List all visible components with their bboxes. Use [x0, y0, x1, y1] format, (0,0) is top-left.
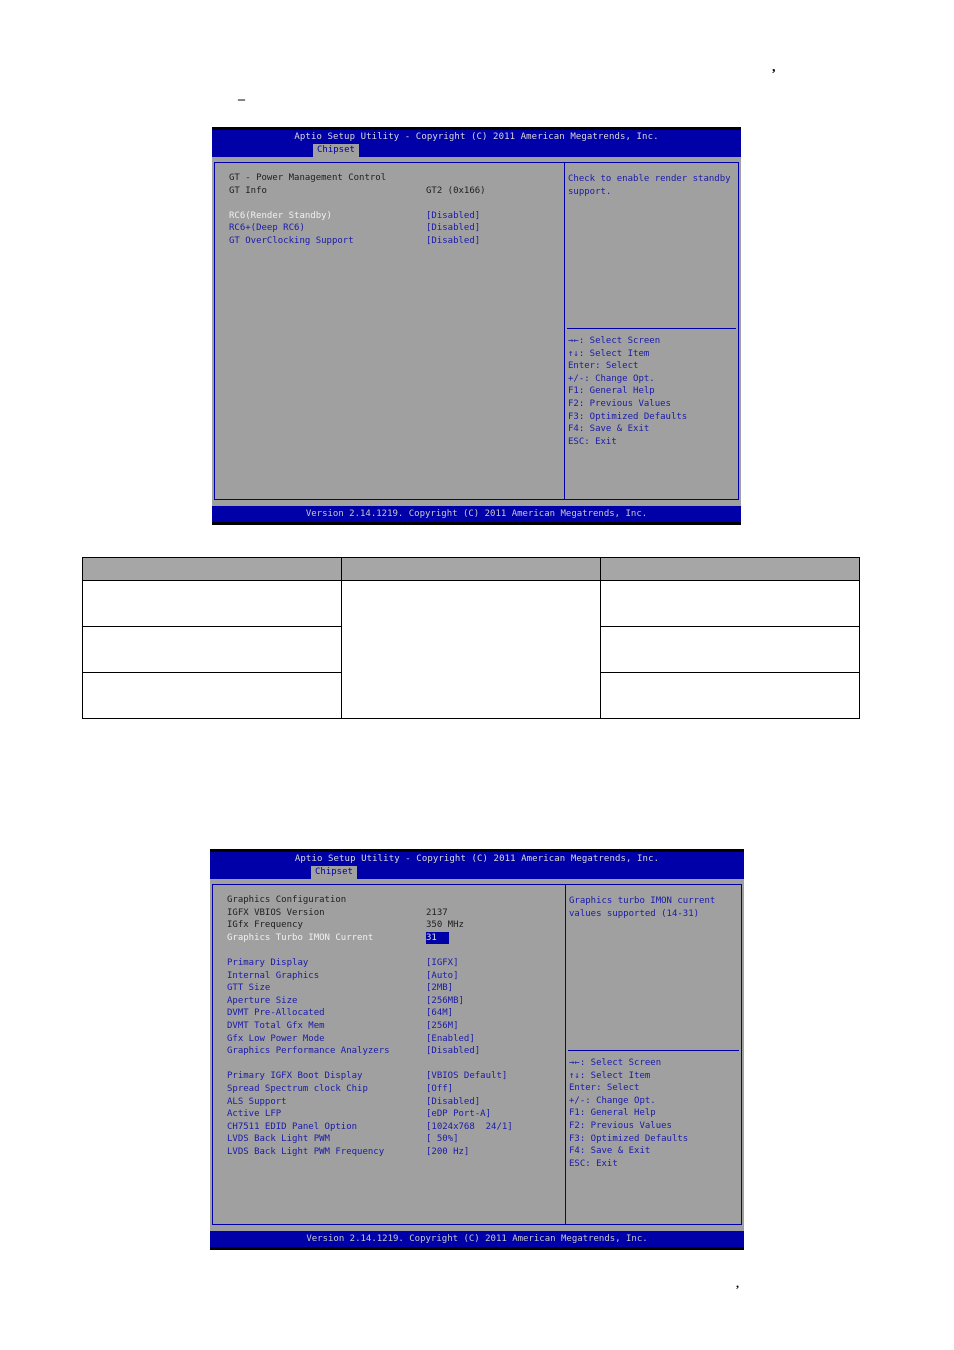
setting-label: IGFX VBIOS Version [227, 907, 325, 918]
setting-option-value[interactable]: [Auto] [426, 970, 459, 983]
panel-divider [564, 163, 565, 499]
key-hint: +/-: Change Opt. [568, 373, 655, 384]
table-header-cell [82, 557, 342, 581]
table-header-row [82, 557, 860, 581]
setting-label[interactable]: CH7511 EDID Panel Option [227, 1121, 357, 1134]
setting-option-value[interactable]: [2MB] [426, 982, 453, 995]
setting-label[interactable]: Graphics Performance Analyzers [227, 1045, 390, 1058]
tab-chipset[interactable]: Chipset [313, 144, 359, 157]
table-cell-merged [341, 580, 601, 719]
setting-label[interactable]: Spread Spectrum clock Chip [227, 1083, 368, 1096]
key-hint: →←: Select Screen [569, 1058, 662, 1068]
bios-footer: Version 2.14.1219. Copyright (C) 2011 Am… [212, 506, 741, 522]
setting-label[interactable]: GT OverClocking Support [229, 235, 354, 248]
key-hint: F4: Save & Exit [568, 424, 650, 435]
table-cell [82, 672, 342, 719]
setting-label: GT - Power Management Control [229, 173, 387, 183]
key-hint: F2: Previous Values [568, 399, 671, 409]
setting-label: GT Info [229, 185, 267, 196]
setting-label[interactable]: Gfx Low Power Mode [227, 1033, 325, 1046]
setting-value: 350 MHz [426, 920, 464, 931]
table-header-cell [341, 557, 601, 581]
table-cell [600, 580, 860, 627]
setting-label[interactable]: Aperture Size [227, 995, 297, 1008]
setting-label[interactable]: GTT Size [227, 982, 270, 995]
key-hint: ↑↓: Select Item [568, 348, 650, 359]
setting-option-value[interactable]: [Disabled] [426, 222, 480, 235]
setting-label[interactable]: LVDS Back Light PWM Frequency [227, 1146, 384, 1159]
setting-label[interactable]: Primary IGFX Boot Display [227, 1070, 362, 1083]
bios-title: Aptio Setup Utility - Copyright (C) 2011… [294, 854, 660, 864]
setting-option-value[interactable]: [Off] [426, 1083, 453, 1096]
bios-content-frame: Graphics Configuration IGFX VBIOS Version… [212, 884, 742, 1225]
bios-screen-gt-power: Aptio Setup Utility - Copyright (C) 2011… [212, 127, 741, 525]
table-cell [600, 626, 860, 673]
setting-option-value[interactable]: [Disabled] [426, 1045, 480, 1058]
panel-divider [565, 885, 566, 1224]
help-divider [567, 328, 736, 329]
table-cell [82, 626, 342, 673]
table-cell [600, 672, 860, 719]
key-hint: Enter: Select [569, 1083, 640, 1094]
help-text: Check to enable render standby support. [568, 174, 731, 197]
setting-label: Graphics Configuration [227, 895, 347, 905]
setting-label[interactable]: RC6(Render Standby) [229, 210, 332, 223]
table-header-cell [600, 557, 860, 581]
key-hint: F3: Optimized Defaults [568, 411, 688, 422]
setting-label[interactable]: Primary Display [227, 957, 308, 970]
setting-option-value[interactable]: [256MB] [426, 995, 464, 1008]
table-cell [82, 580, 342, 627]
bios-footer: Version 2.14.1219. Copyright (C) 2011 Am… [210, 1231, 744, 1247]
setting-option-value[interactable]: [64M] [426, 1007, 453, 1020]
key-hint: +/-: Change Opt. [569, 1095, 656, 1106]
setting-option-value[interactable]: [Disabled] [426, 210, 480, 223]
help-divider [568, 1050, 739, 1051]
setting-option-value[interactable]: [eDP Port-A] [426, 1108, 491, 1121]
setting-option-value[interactable]: [Disabled] [426, 235, 480, 248]
options-table [82, 557, 860, 719]
help-text: Graphics turbo IMON current values suppo… [569, 896, 716, 919]
bios-content-frame: GT - Power Management Control GT Info GT2 … [214, 162, 739, 500]
setting-label[interactable]: Internal Graphics [227, 970, 319, 983]
setting-label[interactable]: DVMT Total Gfx Mem [227, 1020, 325, 1033]
setting-label[interactable]: ALS Support [227, 1096, 287, 1109]
setting-label[interactable]: Active LFP [227, 1108, 281, 1121]
bios-title-bar: Aptio Setup Utility - Copyright (C) 2011… [212, 130, 741, 157]
key-hint: ESC: Exit [568, 436, 617, 447]
table-row [82, 580, 860, 719]
page-dash-mark: – [238, 92, 245, 107]
bios-title: Aptio Setup Utility - Copyright (C) 2011… [294, 132, 659, 142]
bios-screen-graphics-config: Aptio Setup Utility - Copyright (C) 2011… [210, 849, 744, 1250]
setting-option-value[interactable]: [1024x768 24/1] [426, 1121, 513, 1134]
key-hint: F1: General Help [569, 1108, 656, 1119]
bios-title-bar: Aptio Setup Utility - Copyright (C) 2011… [210, 852, 744, 879]
setting-option-value[interactable]: [Enabled] [426, 1033, 475, 1046]
setting-label[interactable]: Graphics Turbo IMON Current [227, 932, 373, 945]
tab-chipset[interactable]: Chipset [311, 866, 357, 879]
key-hint: F4: Save & Exit [569, 1146, 651, 1157]
setting-value: 2137 [426, 907, 448, 918]
setting-option-value[interactable]: [200 Hz] [426, 1146, 469, 1159]
setting-value: GT2 (0x166) [426, 185, 486, 196]
setting-option-value[interactable]: 31 [426, 931, 449, 945]
key-hint: F3: Optimized Defaults [569, 1133, 689, 1144]
key-hint: F2: Previous Values [569, 1121, 672, 1131]
setting-option-value[interactable]: [Disabled] [426, 1096, 480, 1109]
key-hint: ↑↓: Select Item [569, 1070, 651, 1081]
setting-option-value[interactable]: [IGFX] [426, 957, 459, 970]
setting-option-value[interactable]: [ 50%] [426, 1133, 459, 1146]
setting-label[interactable]: RC6+(Deep RC6) [229, 222, 305, 235]
key-hint: F1: General Help [568, 386, 655, 397]
key-hint: ESC: Exit [569, 1158, 618, 1169]
setting-option-value[interactable]: [VBIOS Default] [426, 1070, 507, 1083]
page-comma-mark-bottom: , [736, 1276, 739, 1290]
setting-label[interactable]: LVDS Back Light PWM [227, 1133, 330, 1146]
key-hint: →←: Select Screen [568, 336, 661, 346]
setting-label: IGfx Frequency [227, 920, 303, 931]
key-hint: Enter: Select [568, 361, 639, 372]
setting-option-value[interactable]: [256M] [426, 1020, 459, 1033]
setting-label[interactable]: DVMT Pre-Allocated [227, 1007, 325, 1020]
page-comma-mark: , [772, 60, 776, 75]
